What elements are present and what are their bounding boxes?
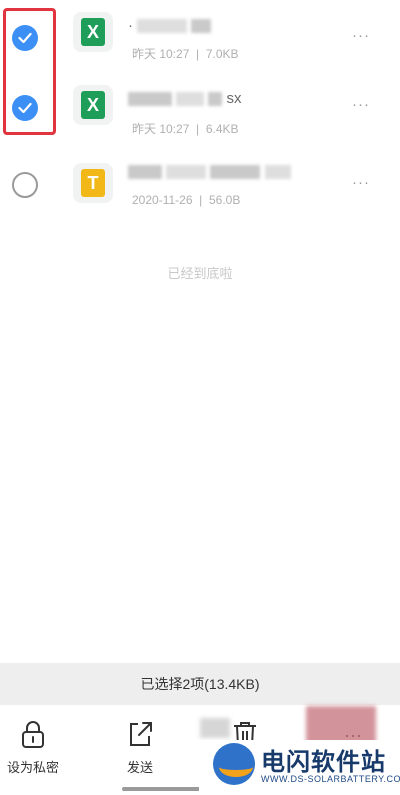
file-row[interactable]: T 2020-11-26 | 56.0B ···: [0, 150, 400, 214]
watermark-subtitle: WWW.DS-SOLARBATTERY.COM: [261, 774, 400, 784]
file-row[interactable]: X · 昨天 10:27 | 7.0KB ···: [0, 5, 400, 69]
send-label: 发送: [126, 760, 153, 775]
list-end-note: 已经到底啦: [167, 266, 233, 281]
file-row[interactable]: X sx 昨天 10:27 | 6.4KB ···: [0, 74, 400, 138]
file-meta: 2020-11-26 | 56.0B: [132, 193, 241, 207]
file-more-button[interactable]: ···: [352, 174, 370, 191]
set-private-label: 设为私密: [6, 760, 59, 775]
excel-file-icon: X: [73, 12, 113, 52]
excel-file-icon: X: [73, 85, 113, 125]
set-private-button[interactable]: 设为私密: [0, 719, 68, 776]
file-name: [128, 163, 291, 180]
site-watermark: 电闪软件站 WWW.DS-SOLARBATTERY.COM: [199, 740, 400, 795]
text-file-icon: T: [73, 163, 113, 203]
file-more-button[interactable]: ···: [352, 96, 370, 113]
blur-artifact: [200, 718, 230, 738]
selection-highlight-box: [3, 8, 56, 135]
file-name: sx: [128, 90, 242, 107]
file-meta: 昨天 10:27 | 6.4KB: [132, 122, 239, 136]
file-meta: 昨天 10:27 | 7.0KB: [132, 47, 239, 61]
share-icon: [130, 722, 152, 746]
file-name: ·: [128, 17, 212, 34]
lock-icon: [22, 721, 44, 748]
watermark-logo-icon: [213, 743, 255, 785]
send-button[interactable]: 发送: [105, 719, 175, 776]
file-more-button[interactable]: ···: [352, 27, 370, 44]
selection-summary-text: 已选择2项(13.4KB): [140, 676, 260, 692]
selection-summary-bar: 已选择2项(13.4KB): [0, 663, 400, 705]
checkbox-unchecked[interactable]: [12, 172, 38, 198]
watermark-title: 电闪软件站: [261, 748, 386, 776]
